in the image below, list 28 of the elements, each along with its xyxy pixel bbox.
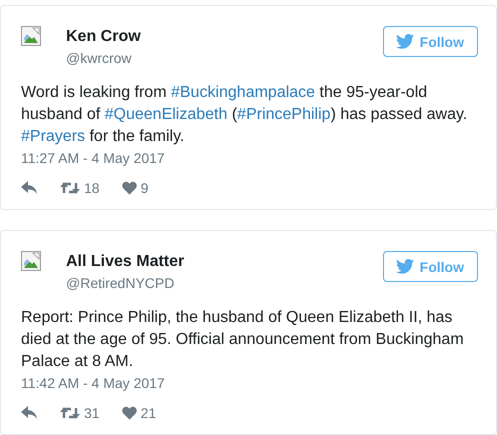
bird-icon <box>396 259 414 274</box>
user-name: All Lives Matter <box>66 252 186 272</box>
retweet-icon <box>60 406 80 420</box>
like-count[interactable]: 21 <box>122 405 156 421</box>
retweet-icon <box>60 181 80 195</box>
user-handle: @RetiredNYCPD <box>66 274 176 293</box>
hashtag-link[interactable]: #Prayers <box>21 128 86 145</box>
heart-icon <box>122 181 137 195</box>
tweet-text: Report: Prince Philip, the husband of Queen Elizabeth II, has died at the age of 95. Official announcement from Buckingham Palace at 8 AM. <box>21 308 465 372</box>
timestamp-link[interactable]: 11:42 AM - 4 May 2017 <box>21 373 165 393</box>
broken-image-icon <box>21 26 41 46</box>
like-count[interactable]: 9 <box>122 180 148 196</box>
bird-icon <box>396 34 414 49</box>
hashtag-link[interactable]: #Buckinghampalace <box>170 84 316 101</box>
tweet-text: Word is leaking from #Buckinghampalace the 95-year-old husband of #QueenElizabeth (#PrincePhilip) has passed away. #Prayers for the family. <box>21 83 468 147</box>
user-handle: @kwrcrow <box>66 49 133 68</box>
heart-icon <box>122 406 137 420</box>
hashtag-link[interactable]: #QueenElizabeth <box>104 106 228 123</box>
follow-button[interactable]: Follow <box>382 251 478 282</box>
retweet-count[interactable]: 31 <box>60 405 100 421</box>
reply-icon[interactable] <box>21 181 38 195</box>
retweet-count[interactable]: 18 <box>60 180 100 196</box>
hashtag-link[interactable]: #PrincePhilip <box>237 106 331 123</box>
follow-button[interactable]: Follow <box>382 26 478 57</box>
reply-icon[interactable] <box>21 406 38 420</box>
user-name: Ken Crow <box>66 27 142 47</box>
timestamp-link[interactable]: 11:27 AM - 4 May 2017 <box>21 148 165 168</box>
broken-image-icon <box>21 251 41 271</box>
